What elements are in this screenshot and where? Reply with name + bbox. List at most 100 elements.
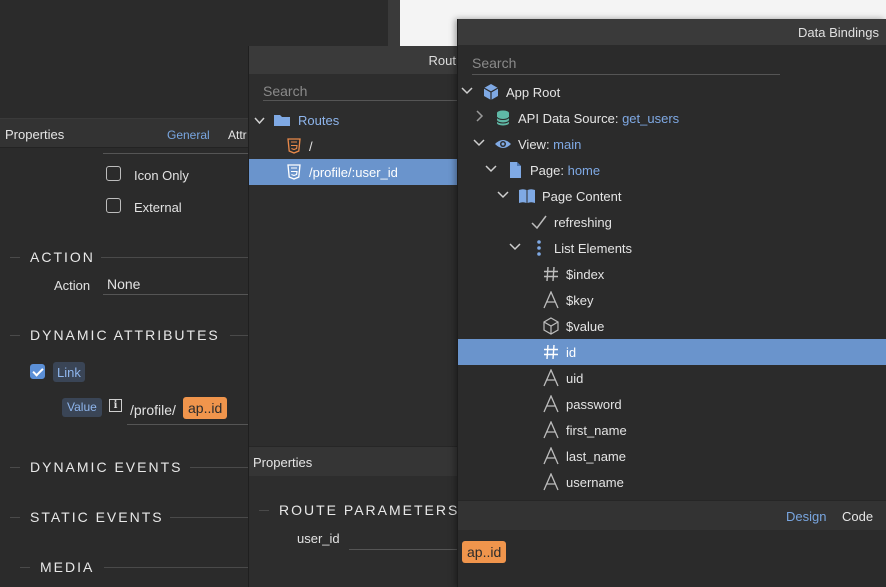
tree-label-value: get_users <box>622 111 680 126</box>
section-rule <box>170 517 248 518</box>
route-label: /profile/:user_id <box>309 165 398 180</box>
html5-icon <box>287 138 301 154</box>
tree-row-app-root[interactable]: App Root <box>458 79 886 105</box>
external-checkbox[interactable] <box>106 198 121 213</box>
text-icon <box>543 369 559 387</box>
route-label: / <box>309 139 313 154</box>
canvas-edge <box>388 0 400 46</box>
tree-row-username[interactable]: username <box>458 469 886 495</box>
tree-label: Page: home <box>530 163 600 178</box>
section-dynamic-events-title[interactable]: DYNAMIC EVENTS <box>30 459 182 475</box>
section-rule <box>10 517 20 518</box>
section-dynamic-attributes-title[interactable]: DYNAMIC ATTRIBUTES <box>30 327 220 343</box>
tree-label-text: View: <box>518 137 554 152</box>
folder-icon <box>274 115 290 126</box>
value-underline <box>127 424 248 425</box>
eye-icon <box>495 140 511 148</box>
text-icon <box>543 473 559 491</box>
route-properties-header: Properties <box>249 446 464 476</box>
action-underline <box>103 294 248 295</box>
section-rule <box>10 257 20 258</box>
tree-row-password[interactable]: password <box>458 391 886 417</box>
tab-design[interactable]: Design <box>786 509 826 524</box>
html5-icon <box>287 164 301 180</box>
data-bindings-footer: Design Code <box>458 500 886 530</box>
section-action-title[interactable]: ACTION <box>30 249 95 265</box>
data-bindings-panel: Data Bindings Search App Root API Data S… <box>457 19 886 587</box>
section-route-parameters-title[interactable]: ROUTE PARAMETERS <box>279 502 459 518</box>
tree-label: $value <box>566 319 605 334</box>
tree-row-api-data-source[interactable]: API Data Source: get_users <box>458 105 886 131</box>
info-icon[interactable]: i <box>109 399 122 412</box>
data-bindings-title: Data Bindings <box>798 25 879 40</box>
tree-row-view[interactable]: View: main <box>458 131 886 157</box>
tree-row-last-name[interactable]: last_name <box>458 443 886 469</box>
tree-row-page-content[interactable]: Page Content <box>458 183 886 209</box>
tree-label: username <box>566 475 624 490</box>
route-param-underline[interactable] <box>349 549 464 550</box>
drag-token-pill[interactable]: ap..id <box>462 541 507 563</box>
routes-search-input[interactable]: Search <box>263 83 463 101</box>
text-icon <box>543 291 559 309</box>
route-param-label: user_id <box>297 531 340 546</box>
tree-label: password <box>566 397 622 412</box>
cube-icon <box>483 84 499 100</box>
value-prefix: /profile/ <box>130 402 176 418</box>
routes-panel: Rout Search Routes / /profile/:user_id P… <box>248 46 464 587</box>
tree-label: refreshing <box>554 215 612 230</box>
value-label: Value <box>62 398 102 417</box>
routes-header: Rout <box>249 46 464 74</box>
chevron-down-icon[interactable] <box>460 83 474 97</box>
tree-row-uid[interactable]: uid <box>458 365 886 391</box>
section-rule <box>20 567 30 568</box>
chevron-right-icon[interactable] <box>472 109 486 123</box>
routes-title: Rout <box>428 53 456 68</box>
tab-attributes[interactable]: Attr <box>228 128 247 142</box>
text-icon <box>543 395 559 413</box>
tree-row-index[interactable]: $index <box>458 261 886 287</box>
route-item-selected[interactable]: /profile/:user_id <box>249 159 464 185</box>
section-rule <box>10 335 20 336</box>
tree-label: View: main <box>518 137 581 152</box>
hash-icon <box>544 266 558 282</box>
text-icon <box>543 447 559 465</box>
chevron-down-icon[interactable] <box>472 135 486 149</box>
routes-folder-row[interactable]: Routes <box>249 108 464 132</box>
link-attribute-pill[interactable]: Link <box>53 362 85 382</box>
tree-label-value: home <box>567 163 601 178</box>
icon-only-label: Icon Only <box>134 168 189 183</box>
tab-code[interactable]: Code <box>842 509 873 524</box>
link-checkbox[interactable] <box>30 364 45 379</box>
properties-header: Properties General Attr <box>0 118 262 148</box>
routes-folder-label: Routes <box>298 113 340 128</box>
value-token-pill[interactable]: ap..id <box>183 397 228 419</box>
check-icon <box>531 215 547 230</box>
tree-row-refreshing[interactable]: refreshing <box>458 209 886 235</box>
route-properties-title: Properties <box>253 455 313 470</box>
chevron-down-icon[interactable] <box>496 187 510 201</box>
tree-row-key[interactable]: $key <box>458 287 886 313</box>
tree-label: List Elements <box>554 241 633 256</box>
section-media-title[interactable]: MEDIA <box>40 559 94 575</box>
icon-only-checkbox[interactable] <box>106 166 121 181</box>
chevron-down-icon[interactable] <box>508 239 522 253</box>
route-item[interactable]: / <box>249 134 464 158</box>
tree-row-value[interactable]: $value <box>458 313 886 339</box>
chevron-down-icon[interactable] <box>484 161 498 175</box>
tree-label: API Data Source: get_users <box>518 111 679 126</box>
section-rule <box>230 335 248 336</box>
tree-row-first-name[interactable]: first_name <box>458 417 886 443</box>
external-label: External <box>134 200 182 215</box>
section-rule <box>104 567 248 568</box>
tree-row-id-selected[interactable]: id <box>458 339 886 365</box>
tree-row-list-elements[interactable]: List Elements <box>458 235 886 261</box>
field-underline <box>103 153 248 154</box>
tab-general[interactable]: General <box>167 128 210 142</box>
data-bindings-search-input[interactable]: Search <box>472 55 780 75</box>
chevron-down-icon[interactable] <box>254 115 265 126</box>
action-select[interactable]: None <box>107 276 140 292</box>
tree-row-page[interactable]: Page: home <box>458 157 886 183</box>
list-icon <box>537 240 541 256</box>
tree-label-text: Page: <box>530 163 568 178</box>
section-static-events-title[interactable]: STATIC EVENTS <box>30 509 164 525</box>
